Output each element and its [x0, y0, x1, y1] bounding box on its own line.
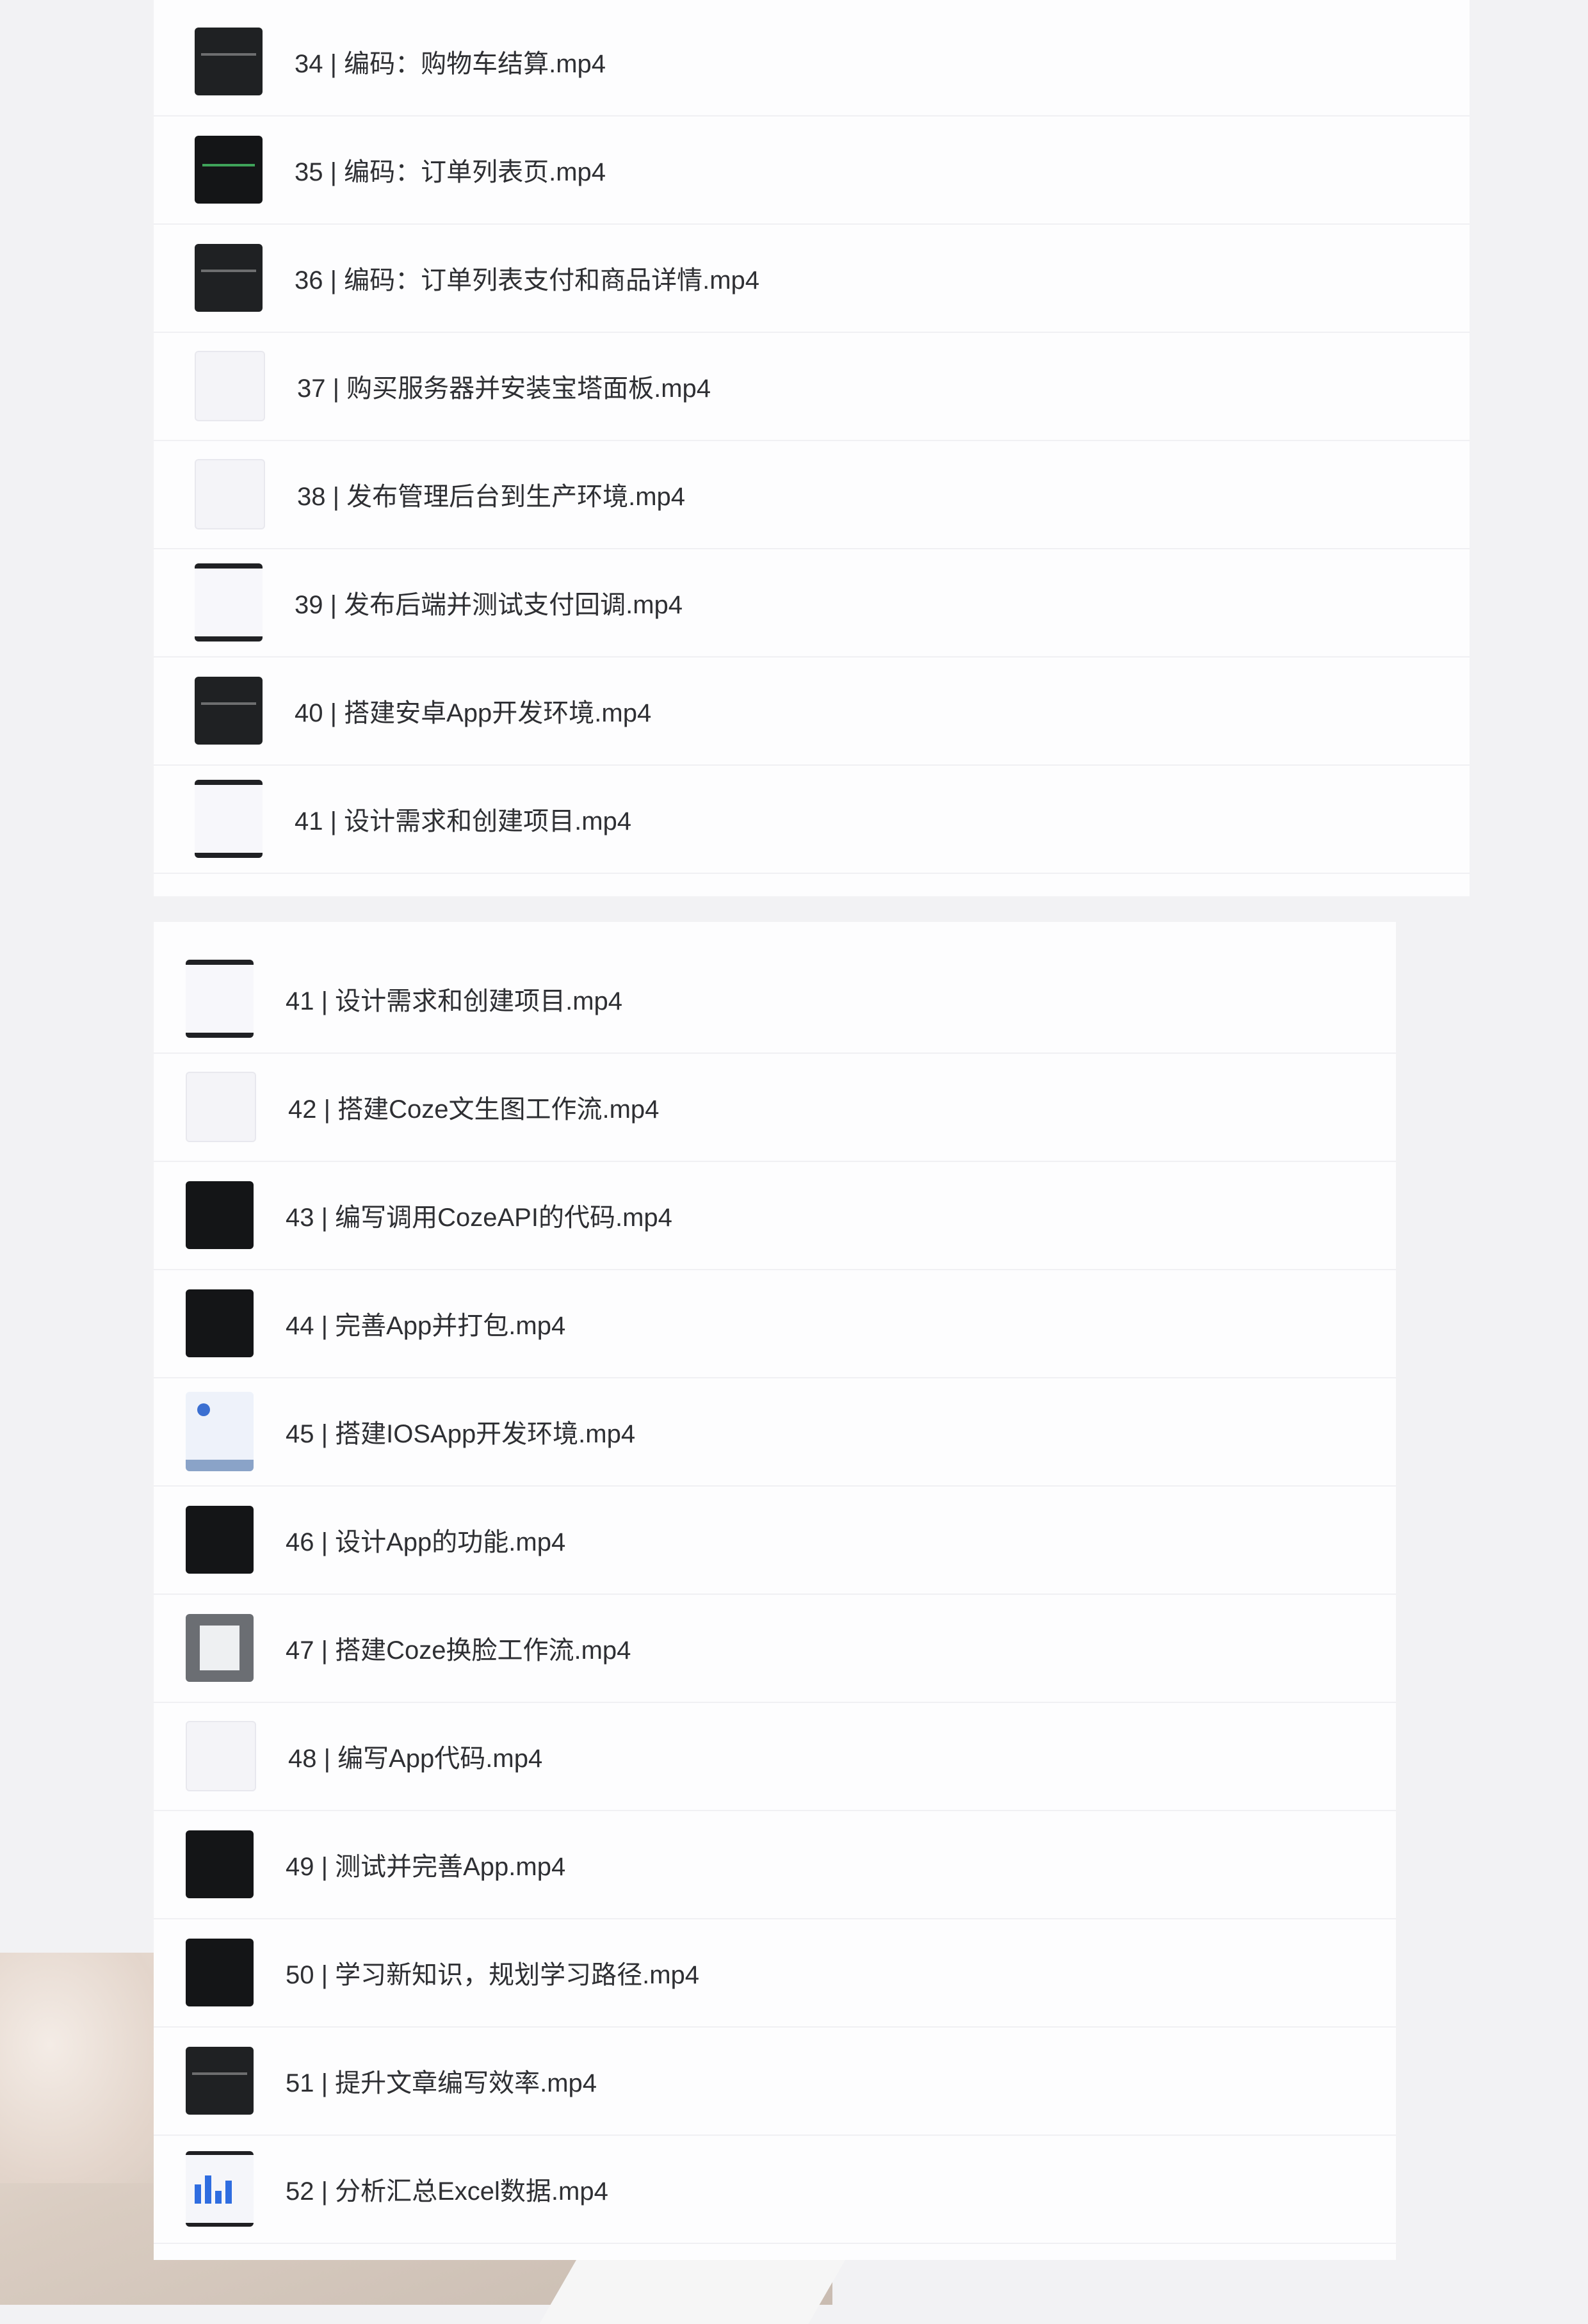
- video-title[interactable]: 36 | 编码：订单列表支付和商品详情.mp4: [295, 259, 759, 296]
- video-list-item[interactable]: 41 | 设计需求和创建项目.mp4: [154, 765, 1470, 874]
- video-thumbnail-icon[interactable]: [195, 28, 263, 95]
- video-title[interactable]: 41 | 设计需求和创建项目.mp4: [295, 800, 631, 837]
- video-thumbnail-icon[interactable]: [195, 780, 263, 858]
- video-thumbnail-icon[interactable]: [186, 1289, 254, 1357]
- video-list-item[interactable]: 45 | 搭建IOSApp开发环境.mp4: [154, 1378, 1396, 1487]
- video-list-item[interactable]: 51 | 提升文章编写效率.mp4: [154, 2027, 1396, 2136]
- video-list-item[interactable]: 43 | 编写调用CozeAPI的代码.mp4: [154, 1161, 1396, 1270]
- video-list-item[interactable]: 47 | 搭建Coze换脸工作流.mp4: [154, 1594, 1396, 1703]
- video-thumbnail-icon[interactable]: [195, 459, 265, 529]
- video-title[interactable]: 40 | 搭建安卓App开发环境.mp4: [295, 692, 651, 729]
- video-title[interactable]: 35 | 编码：订单列表页.mp4: [295, 151, 606, 188]
- video-list-item[interactable]: 44 | 完善App并打包.mp4: [154, 1270, 1396, 1378]
- video-thumbnail-icon[interactable]: [186, 1939, 254, 2006]
- video-title[interactable]: 51 | 提升文章编写效率.mp4: [286, 2062, 597, 2099]
- video-thumbnail-icon[interactable]: [186, 960, 254, 1038]
- video-list-item[interactable]: 37 | 购买服务器并安装宝塔面板.mp4: [154, 332, 1470, 441]
- video-thumbnail-icon[interactable]: [186, 2047, 254, 2115]
- video-list-item[interactable]: 49 | 测试并完善App.mp4: [154, 1811, 1396, 1919]
- video-title[interactable]: 37 | 购买服务器并安装宝塔面板.mp4: [297, 367, 711, 405]
- video-thumbnail-icon[interactable]: [186, 1181, 254, 1249]
- video-list-item[interactable]: 38 | 发布管理后台到生产环境.mp4: [154, 440, 1470, 549]
- video-thumbnail-icon[interactable]: [195, 563, 263, 642]
- video-title[interactable]: 34 | 编码：购物车结算.mp4: [295, 43, 606, 80]
- video-title[interactable]: 47 | 搭建Coze换脸工作流.mp4: [286, 1629, 631, 1666]
- video-list-item[interactable]: 34 | 编码：购物车结算.mp4: [154, 8, 1470, 117]
- video-title[interactable]: 39 | 发布后端并测试支付回调.mp4: [295, 584, 683, 621]
- video-title[interactable]: 44 | 完善App并打包.mp4: [286, 1305, 565, 1342]
- video-list-item[interactable]: 36 | 编码：订单列表支付和商品详情.mp4: [154, 224, 1470, 333]
- video-list-item[interactable]: 46 | 设计App的功能.mp4: [154, 1486, 1396, 1595]
- video-list-item[interactable]: 50 | 学习新知识，规划学习路径.mp4: [154, 1919, 1396, 2028]
- video-thumbnail-icon[interactable]: [186, 1614, 254, 1682]
- video-title[interactable]: 48 | 编写App代码.mp4: [288, 1738, 542, 1775]
- video-title[interactable]: 38 | 发布管理后台到生产环境.mp4: [297, 476, 685, 513]
- video-list-item[interactable]: 42 | 搭建Coze文生图工作流.mp4: [154, 1053, 1396, 1162]
- video-thumbnail-icon[interactable]: [195, 351, 265, 421]
- video-title[interactable]: 52 | 分析汇总Excel数据.mp4: [286, 2170, 608, 2207]
- hand-photo-area: [0, 1953, 166, 2183]
- video-title[interactable]: 50 | 学习新知识，规划学习路径.mp4: [286, 1954, 699, 1991]
- video-thumbnail-icon[interactable]: [186, 1392, 254, 1471]
- video-title[interactable]: 49 | 测试并完善App.mp4: [286, 1846, 565, 1883]
- video-list-item[interactable]: 48 | 编写App代码.mp4: [154, 1702, 1396, 1811]
- video-title[interactable]: 41 | 设计需求和创建项目.mp4: [286, 980, 622, 1017]
- video-thumbnail-icon[interactable]: [186, 1072, 256, 1142]
- video-list-top: 34 | 编码：购物车结算.mp4 35 | 编码：订单列表页.mp4 36 | 编…: [154, 0, 1470, 896]
- video-list-bottom: 41 | 设计需求和创建项目.mp4 42 | 搭建Coze文生图工作流.mp4 4…: [154, 922, 1396, 2260]
- video-thumbnail-icon[interactable]: [186, 1721, 256, 1791]
- video-thumbnail-icon[interactable]: [186, 1830, 254, 1898]
- video-title[interactable]: 45 | 搭建IOSApp开发环境.mp4: [286, 1413, 635, 1450]
- video-title[interactable]: 46 | 设计App的功能.mp4: [286, 1521, 565, 1558]
- video-thumbnail-icon[interactable]: [195, 136, 263, 204]
- video-thumbnail-icon[interactable]: [195, 244, 263, 312]
- video-title[interactable]: 42 | 搭建Coze文生图工作流.mp4: [288, 1088, 659, 1126]
- video-list-item[interactable]: 52 | 分析汇总Excel数据.mp4: [154, 2135, 1396, 2244]
- video-list-item[interactable]: 35 | 编码：订单列表页.mp4: [154, 116, 1470, 225]
- video-list-item[interactable]: 40 | 搭建安卓App开发环境.mp4: [154, 657, 1470, 766]
- video-thumbnail-icon[interactable]: [186, 1506, 254, 1574]
- video-list-item[interactable]: 39 | 发布后端并测试支付回调.mp4: [154, 549, 1470, 658]
- video-list-item[interactable]: 41 | 设计需求和创建项目.mp4: [154, 945, 1396, 1054]
- video-title[interactable]: 43 | 编写调用CozeAPI的代码.mp4: [286, 1197, 672, 1234]
- video-thumbnail-icon[interactable]: [186, 2151, 254, 2227]
- video-thumbnail-icon[interactable]: [195, 677, 263, 745]
